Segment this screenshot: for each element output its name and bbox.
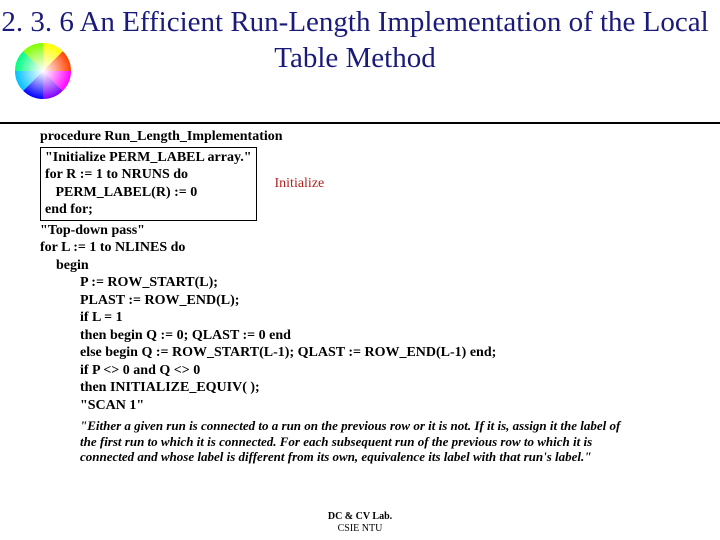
init-line: end for; <box>45 201 252 219</box>
body-line: else begin Q := ROW_START(L-1); QLAST :=… <box>80 344 690 362</box>
init-line: for R := 1 to NRUNS do <box>45 166 252 184</box>
init-box: "Initialize PERM_LABEL array." for R := … <box>40 147 257 221</box>
pseudocode-block: procedure Run_Length_Implementation "Ini… <box>40 128 690 465</box>
begin-line: begin <box>40 257 690 275</box>
init-line: "Initialize PERM_LABEL array." <box>45 149 252 167</box>
topdown-line: "Top-down pass" <box>40 222 690 240</box>
body-line: if P <> 0 and Q <> 0 <box>80 362 690 380</box>
slide-title: 2. 3. 6 An Efficient Run-Length Implemen… <box>0 4 710 77</box>
body-line: P := ROW_START(L); <box>80 274 690 292</box>
slide: 2. 3. 6 An Efficient Run-Length Implemen… <box>0 0 720 540</box>
body-line: PLAST := ROW_END(L); <box>80 292 690 310</box>
body-line: then INITIALIZE_EQUIV( ); <box>80 379 690 397</box>
scan-comment: "Either a given run is connected to a ru… <box>80 418 640 465</box>
footer: DC & CV Lab. CSIE NTU <box>0 511 720 534</box>
footer-dept: CSIE NTU <box>0 523 720 535</box>
footer-lab: DC & CV Lab. <box>0 511 720 523</box>
title-underline <box>0 122 720 124</box>
init-line: PERM_LABEL(R) := 0 <box>45 184 252 202</box>
procedure-line: procedure Run_Length_Implementation <box>40 128 690 146</box>
body-line: "SCAN 1" <box>80 397 690 415</box>
body-line: if L = 1 <box>80 309 690 327</box>
for-line: for L := 1 to NLINES do <box>40 239 690 257</box>
body-line: then begin Q := 0; QLAST := 0 end <box>80 327 690 345</box>
initialize-label: Initialize <box>275 175 325 193</box>
